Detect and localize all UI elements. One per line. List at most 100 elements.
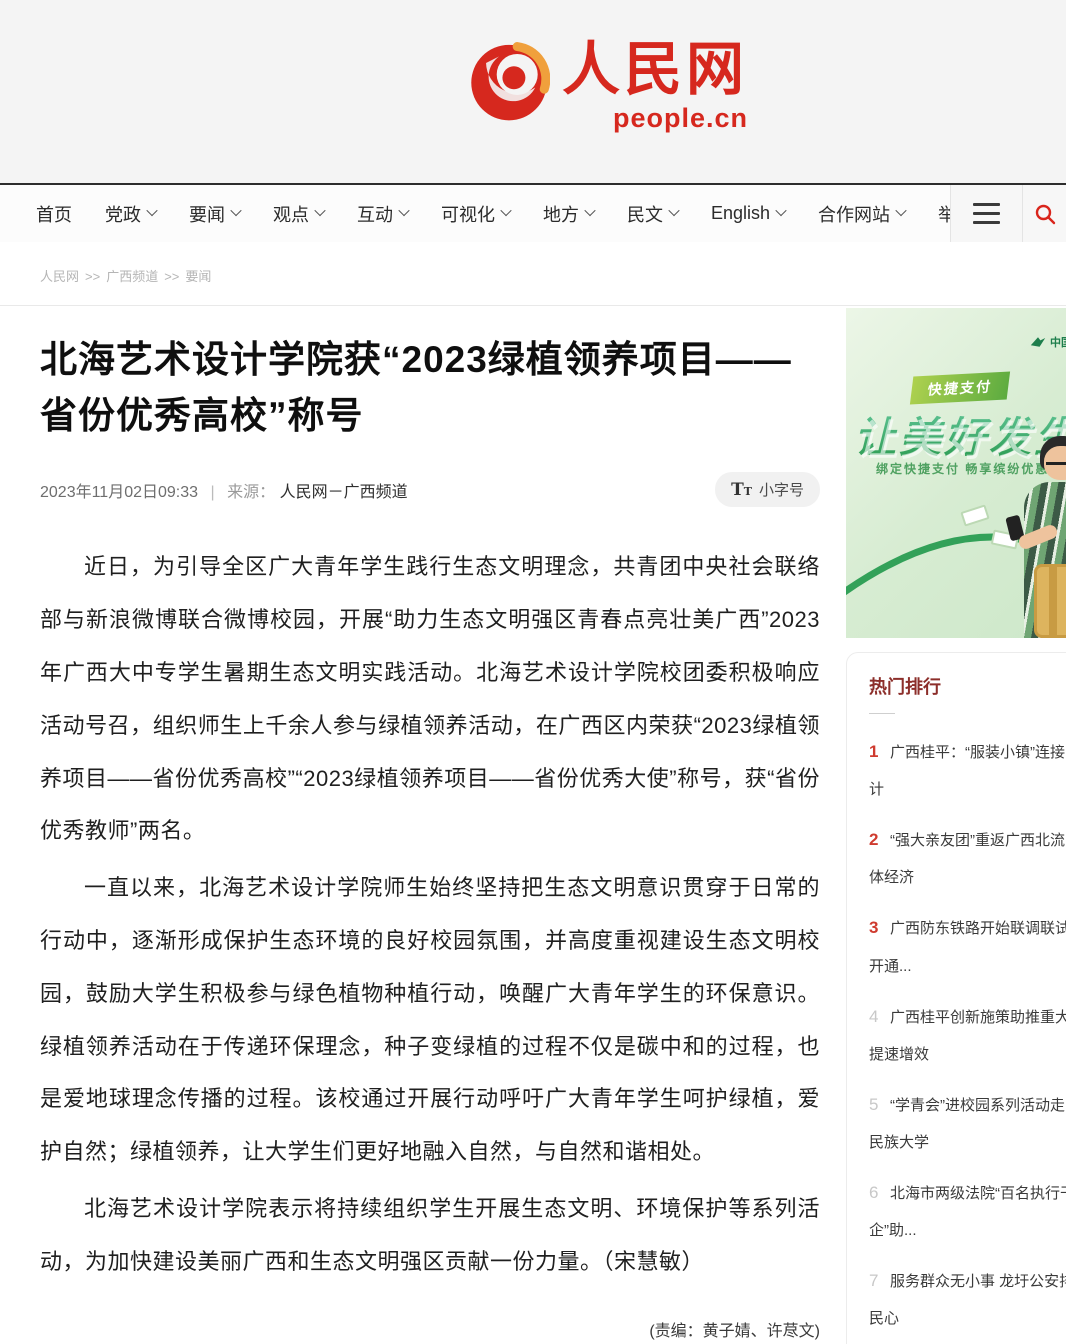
main-nav: 首页党政要闻观点互动可视化地方民文English合作网站举报专区 (0, 183, 1066, 242)
nav-item-7[interactable]: 地方 (543, 201, 594, 227)
ad-bank-brand: 中国 (1030, 334, 1066, 350)
breadcrumb: 人民网>>广西频道>>要闻 (0, 242, 1066, 305)
nav-item-10[interactable]: 合作网站 (818, 201, 905, 227)
hot-rank-number: 3 (869, 914, 882, 941)
nav-item-5[interactable]: 互动 (357, 201, 408, 227)
hot-item-text: “强大亲友团”重返广西北流 (890, 832, 1065, 849)
hot-ranking-item-7[interactable]: 7 服务群众无小事 龙圩公安排忧民心 (869, 1267, 1066, 1331)
ad-badge: 快捷支付 (910, 372, 1010, 405)
article-paragraph-1: 近日，为引导全区广大青年学生践行生态文明理念，共青团中央社会联络部与新浪微博联合… (40, 541, 820, 858)
hot-item-text-wrap: 企”助... (869, 1219, 1066, 1243)
hot-item-text-wrap: 计 (869, 778, 1066, 802)
site-header: 人民网 people.cn (0, 0, 1066, 183)
nav-item-label: 互动 (357, 201, 393, 227)
hot-rank-number: 6 (869, 1179, 882, 1206)
nav-item-1[interactable]: 首页 (36, 201, 72, 227)
content-area: 北海艺术设计学院获“2023绿植领养项目——省份优秀高校”称号 2023年11月… (0, 306, 1066, 1344)
publish-date: 2023年11月02日09:33 (40, 484, 198, 501)
nav-item-label: 可视化 (441, 201, 495, 227)
hot-ranking-item-6[interactable]: 6 北海市两级法院“百名执行干企”助... (869, 1179, 1066, 1243)
article-meta: 2023年11月02日09:33 | 来源： 人民网－广西频道 (40, 478, 408, 502)
chevron-down-icon (146, 204, 157, 215)
hot-ranking-list: 1 广西桂平：“服装小镇”连接计 2 “强大亲友团”重返广西北流体经济 3 广西防东铁路开… (869, 738, 1066, 1344)
bank-logo-text: 中国 (1050, 334, 1066, 350)
people-cn-logo[interactable]: 人民网 people.cn (468, 38, 748, 133)
person-glasses (1046, 458, 1066, 465)
people-cn-swirl-icon (468, 38, 550, 124)
hot-item-text: 北海市两级法院“百名执行干 (890, 1185, 1066, 1202)
nav-item-label: 民文 (627, 201, 663, 227)
chevron-down-icon (398, 204, 409, 215)
article-meta-row: 2023年11月02日09:33 | 来源： 人民网－广西频道 TT 小字号 (40, 472, 820, 507)
hot-ranking-title: 热门排行 (869, 673, 1066, 699)
source-label: 来源： (227, 484, 275, 501)
hot-rank-number: 1 (869, 738, 882, 765)
hot-ranking-item-5[interactable]: 5 “学青会”进校园系列活动走民族大学 (869, 1091, 1066, 1155)
hot-ranking-item-4[interactable]: 4广西桂平创新施策助推重大项提速增效 (869, 1003, 1066, 1067)
article-paragraph-3: 北海艺术设计学院表示将持续组织学生开展生态文明、环境保护等系列活动，为加快建设美… (40, 1183, 820, 1289)
chevron-down-icon (230, 204, 241, 215)
hot-rank-number: 4 (869, 1003, 882, 1030)
search-icon (1033, 202, 1057, 226)
hot-ranking-item-3[interactable]: 3 广西防东铁路开始联调联试 预开通... (869, 914, 1066, 978)
hot-item-text-wrap: 民族大学 (869, 1131, 1066, 1155)
hot-item-text: 广西防东铁路开始联调联试 预 (890, 920, 1066, 937)
hamburger-icon (973, 203, 1000, 206)
chevron-down-icon (668, 204, 679, 215)
nav-right-controls (950, 185, 1066, 242)
meta-separator: | (211, 484, 215, 501)
page-title: 北海艺术设计学院获“2023绿植领养项目——省份优秀高校”称号 (40, 332, 820, 444)
article-paragraph-2: 一直以来，北海艺术设计学院师生始终坚持把生态文明意识贯穿于日常的行动中，逐渐形成… (40, 862, 820, 1179)
hot-item-text: 服务群众无小事 龙圩公安排忧 (890, 1273, 1066, 1290)
breadcrumb-link[interactable]: 要闻 (185, 269, 211, 284)
nav-item-label: 地方 (543, 201, 579, 227)
hot-item-text-wrap: 开通... (869, 955, 1066, 979)
ad-suitcase-decoration (1034, 564, 1066, 638)
hot-ranking-card: 热门排行 1 广西桂平：“服装小镇”连接计 2 “强大亲友团”重返广西北流体经济 3 广西… (846, 652, 1066, 1344)
hot-rank-number: 2 (869, 826, 882, 853)
sidebar: 中国 快捷支付 让美好发生 绑定快捷支付 畅享缤纷优惠 热门排行 (846, 306, 1066, 1344)
nav-item-3[interactable]: 要闻 (189, 201, 240, 227)
font-size-button-label: 小字号 (759, 479, 804, 500)
nav-item-6[interactable]: 可视化 (441, 201, 510, 227)
hot-item-text-wrap: 提速增效 (869, 1043, 1066, 1067)
nav-item-8[interactable]: 民文 (627, 201, 678, 227)
search-button[interactable] (1023, 185, 1066, 242)
source-link[interactable]: 人民网－广西频道 (280, 484, 408, 501)
breadcrumb-link[interactable]: 人民网 (40, 269, 79, 284)
hot-item-text: 广西桂平：“服装小镇”连接 (890, 744, 1065, 761)
nav-item-label: English (711, 203, 770, 224)
nav-item-label: 首页 (36, 201, 72, 227)
main-nav-list: 首页党政要闻观点互动可视化地方民文English合作网站举报专区 (0, 201, 1043, 227)
chevron-down-icon (500, 204, 511, 215)
hot-ranking-item-2[interactable]: 2 “强大亲友团”重返广西北流体经济 (869, 826, 1066, 890)
chevron-down-icon (895, 204, 906, 215)
logo-domain-text: people.cn (613, 104, 748, 134)
breadcrumb-link[interactable]: 广西频道 (106, 269, 158, 284)
nav-item-label: 合作网站 (818, 201, 890, 227)
hot-rank-number: 5 (869, 1091, 882, 1118)
nav-item-4[interactable]: 观点 (273, 201, 324, 227)
hot-ranking-divider (869, 713, 895, 714)
logo-chinese-text: 人民网 (562, 38, 748, 102)
hot-rank-number: 7 (869, 1267, 882, 1294)
hot-item-text-wrap: 民心 (869, 1307, 1066, 1331)
hot-item-text: “学青会”进校园系列活动走 (890, 1097, 1065, 1114)
nav-item-2[interactable]: 党政 (105, 201, 156, 227)
nav-item-9[interactable]: English (711, 203, 785, 224)
ad-banner[interactable]: 中国 快捷支付 让美好发生 绑定快捷支付 畅享缤纷优惠 (846, 308, 1066, 638)
bank-logo-icon (1030, 335, 1046, 349)
hot-item-text-wrap: 体经济 (869, 866, 1066, 890)
chevron-down-icon (314, 204, 325, 215)
nav-item-label: 党政 (105, 201, 141, 227)
chevron-down-icon (775, 204, 786, 215)
article-body: 近日，为引导全区广大青年学生践行生态文明理念，共青团中央社会联络部与新浪微博联合… (40, 541, 830, 1288)
nav-item-label: 观点 (273, 201, 309, 227)
hot-ranking-item-1[interactable]: 1 广西桂平：“服装小镇”连接计 (869, 738, 1066, 802)
hamburger-icon (973, 221, 1000, 224)
editor-note: (责编：黄子婧、许荩文) (40, 1317, 820, 1341)
font-size-button[interactable]: TT 小字号 (715, 472, 820, 507)
article-column: 北海艺术设计学院获“2023绿植领养项目——省份优秀高校”称号 2023年11月… (40, 306, 830, 1344)
breadcrumb-separator: >> (85, 269, 100, 284)
hamburger-menu-button[interactable] (951, 185, 1022, 242)
